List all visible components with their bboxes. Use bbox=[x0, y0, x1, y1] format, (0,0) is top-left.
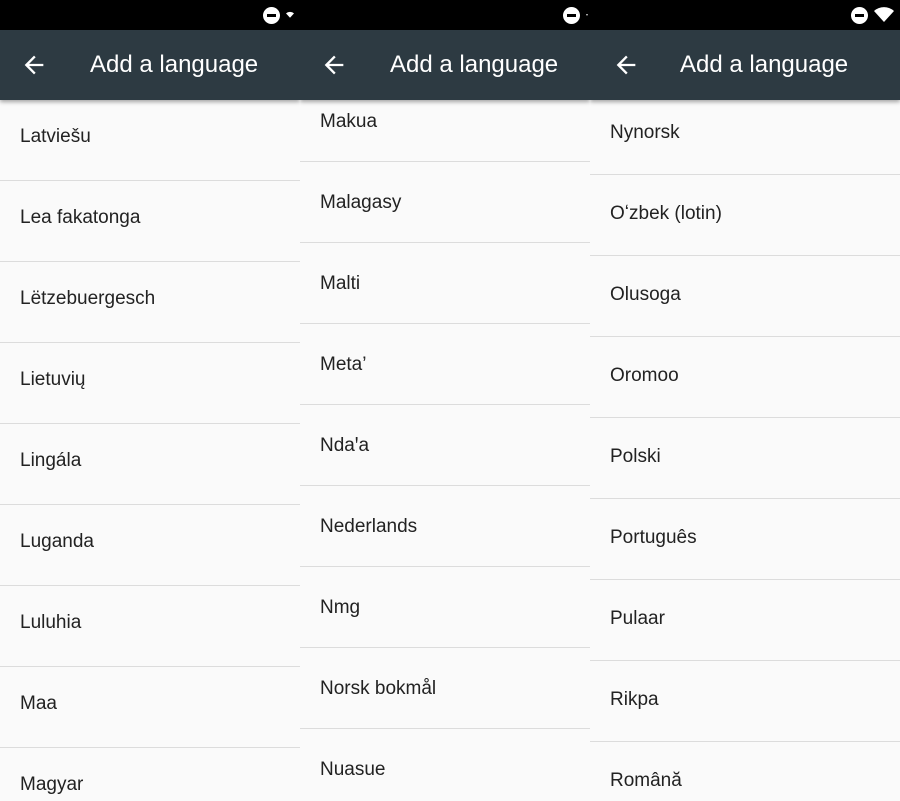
language-label: Nmg bbox=[320, 597, 361, 618]
language-label: Pulaar bbox=[610, 608, 665, 629]
language-label: Maa bbox=[20, 693, 57, 714]
language-label: Nynorsk bbox=[610, 122, 680, 143]
wifi-icon bbox=[286, 11, 294, 18]
language-label: Lea fakatonga bbox=[20, 207, 141, 228]
language-item[interactable]: Rikpa bbox=[590, 661, 900, 742]
language-item[interactable]: Magyar bbox=[0, 748, 300, 801]
page-title: Add a language bbox=[90, 51, 259, 78]
language-item[interactable]: Luganda bbox=[0, 505, 300, 586]
language-item[interactable]: Nuasue bbox=[300, 729, 590, 801]
language-item[interactable]: Oʻzbek (lotin) bbox=[590, 175, 900, 256]
language-item[interactable]: Norsk bokmål bbox=[300, 648, 590, 729]
language-item[interactable]: Meta’ bbox=[300, 324, 590, 405]
language-item[interactable]: Lietuvių bbox=[0, 343, 300, 424]
language-item[interactable]: Olusoga bbox=[590, 256, 900, 337]
language-item[interactable]: Malti bbox=[300, 243, 590, 324]
language-label: Nuasue bbox=[320, 759, 386, 780]
do-not-disturb-icon bbox=[851, 6, 868, 24]
language-item[interactable]: Română bbox=[590, 742, 900, 801]
language-label: Ndaꞌa bbox=[320, 435, 370, 456]
language-item[interactable]: Nynorsk bbox=[590, 94, 900, 175]
language-label: Magyar bbox=[20, 774, 84, 795]
screen-panel-3: Add a language Nynorsk Oʻzbek (lotin) Ol… bbox=[590, 0, 900, 801]
screen-panel-1: Add a language Latviešu Lea fakatonga Lë… bbox=[0, 0, 300, 801]
language-label: Makua bbox=[320, 111, 378, 132]
language-item[interactable]: Nederlands bbox=[300, 486, 590, 567]
language-item[interactable]: Malagasy bbox=[300, 162, 590, 243]
wifi-icon bbox=[874, 7, 894, 22]
status-bar bbox=[0, 0, 300, 30]
language-label: Português bbox=[610, 527, 697, 548]
language-item[interactable]: Pulaar bbox=[590, 580, 900, 661]
language-label: Malagasy bbox=[320, 192, 402, 213]
language-label: Română bbox=[610, 770, 682, 791]
language-label: Luganda bbox=[20, 531, 94, 552]
language-item[interactable]: Lingála bbox=[0, 424, 300, 505]
language-label: Olusoga bbox=[610, 284, 681, 305]
app-bar: Add a language bbox=[0, 30, 300, 100]
language-label: Lietuvių bbox=[20, 369, 86, 390]
back-arrow-icon[interactable] bbox=[20, 51, 48, 79]
language-label: Polski bbox=[610, 446, 661, 467]
wifi-icon bbox=[586, 14, 588, 16]
language-label: Norsk bokmål bbox=[320, 678, 437, 699]
page-title: Add a language bbox=[680, 51, 849, 78]
language-item[interactable]: Maa bbox=[0, 667, 300, 748]
language-label: Rikpa bbox=[610, 689, 659, 710]
do-not-disturb-icon bbox=[263, 6, 280, 24]
language-item[interactable]: Nmg bbox=[300, 567, 590, 648]
do-not-disturb-icon bbox=[563, 6, 580, 24]
language-label: Meta’ bbox=[320, 354, 367, 375]
language-item[interactable]: Português bbox=[590, 499, 900, 580]
status-bar bbox=[300, 0, 590, 30]
language-label: Malti bbox=[320, 273, 361, 294]
language-item[interactable]: Lea fakatonga bbox=[0, 181, 300, 262]
screen-panel-2: Add a language Makua Malagasy Malti Meta… bbox=[300, 0, 590, 801]
language-item[interactable]: Luluhia bbox=[0, 586, 300, 667]
language-item[interactable]: Latviešu bbox=[0, 100, 300, 181]
back-arrow-icon[interactable] bbox=[612, 51, 640, 79]
back-arrow-icon[interactable] bbox=[320, 51, 348, 79]
language-item[interactable]: Oromoo bbox=[590, 337, 900, 418]
language-label: Nederlands bbox=[320, 516, 418, 537]
language-label: Oromoo bbox=[610, 365, 679, 386]
language-label: Lingála bbox=[20, 450, 82, 471]
app-bar: Add a language bbox=[300, 30, 590, 100]
page-title: Add a language bbox=[390, 51, 559, 78]
language-label: Oʻzbek (lotin) bbox=[610, 203, 722, 224]
language-label: Latviešu bbox=[20, 126, 91, 147]
language-item[interactable]: Lëtzebuergesch bbox=[0, 262, 300, 343]
language-item[interactable]: Ndaꞌa bbox=[300, 405, 590, 486]
language-label: Lëtzebuergesch bbox=[20, 288, 156, 309]
app-bar: Add a language bbox=[590, 30, 900, 100]
language-label: Luluhia bbox=[20, 612, 82, 633]
language-item[interactable]: Polski bbox=[590, 418, 900, 499]
status-bar bbox=[590, 0, 900, 30]
